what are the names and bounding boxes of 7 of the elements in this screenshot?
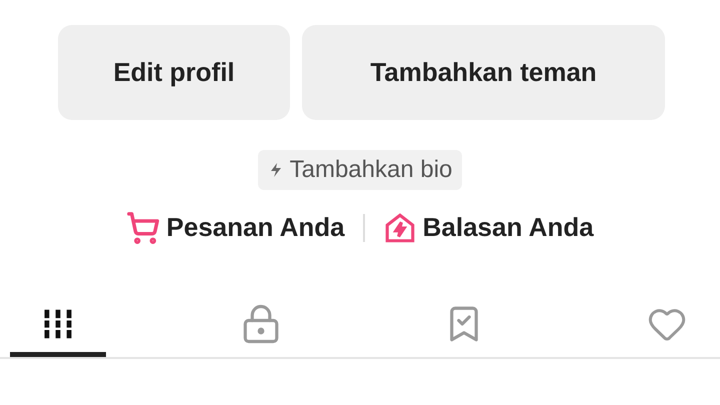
profile-link[interactable]: Balasan Anda: [422, 208, 594, 247]
add-bio-button[interactable]: Tambahkan bio: [258, 150, 462, 190]
cart-icon: [126, 210, 160, 244]
profile-button[interactable]: Tambahkan teman: [302, 25, 665, 120]
house-icon: [382, 210, 417, 244]
profile-link[interactable]: Pesanan Anda: [166, 208, 345, 247]
profile-button[interactable]: Edit profil: [58, 25, 290, 120]
